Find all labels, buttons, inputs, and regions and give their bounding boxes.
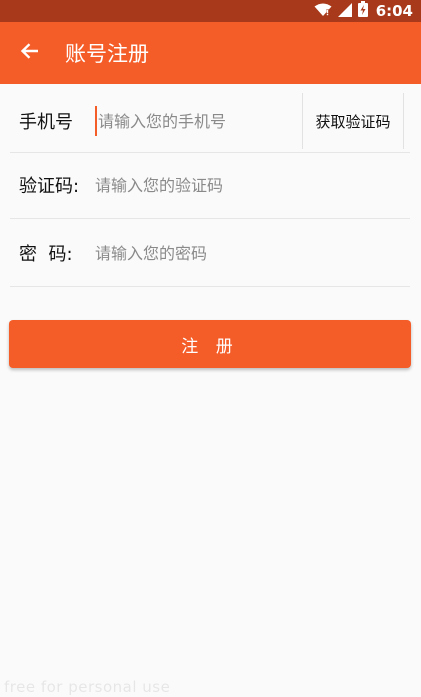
verification-code-input[interactable] (95, 170, 410, 200)
code-label: 验证码: (19, 176, 80, 197)
phone-label: 手机号 (19, 112, 73, 133)
status-time: 6:04 (375, 2, 413, 20)
signal-icon (337, 2, 352, 21)
arrow-left-icon (20, 42, 40, 64)
password-label: 密 码: (19, 244, 73, 265)
status-bar: 6:04 (0, 0, 421, 22)
back-button[interactable] (2, 22, 58, 84)
code-row: 验证码: (10, 152, 410, 219)
page-title: 账号注册 (65, 42, 149, 66)
password-row: 密 码: (10, 220, 410, 287)
battery-icon (357, 1, 368, 21)
watermark: free for personal use (4, 678, 171, 696)
app-bar: 账号注册 (0, 22, 421, 84)
wifi-icon (314, 2, 332, 21)
phone-row: 手机号 获取验证码 (10, 90, 410, 153)
status-icons: 6:04 (314, 0, 413, 22)
get-verification-code-button[interactable]: 获取验证码 (302, 93, 404, 149)
password-input[interactable] (95, 238, 410, 268)
register-button[interactable]: 注 册 (9, 320, 411, 368)
phone-input[interactable] (95, 106, 302, 136)
